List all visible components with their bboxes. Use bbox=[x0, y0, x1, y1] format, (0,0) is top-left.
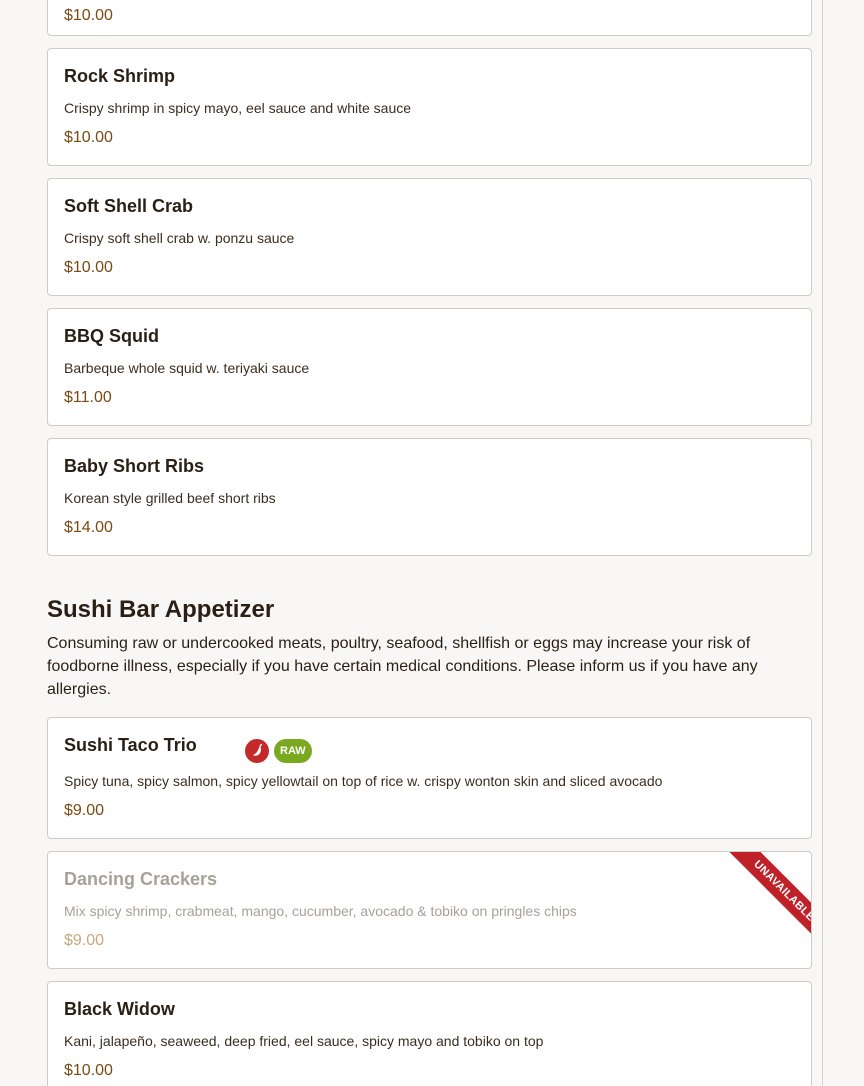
menu-item-card-soft-shell-crab[interactable]: Soft Shell Crab Crispy soft shell crab w… bbox=[47, 178, 812, 296]
chili-pepper-icon bbox=[245, 739, 269, 763]
menu-item-description: Barbeque whole squid w. teriyaki sauce bbox=[64, 360, 310, 376]
unavailable-label: UNAVAILABLE bbox=[726, 852, 811, 947]
menu-item-price: $10.00 bbox=[64, 1062, 113, 1079]
menu-item-name: BBQ Squid bbox=[64, 326, 159, 346]
menu-item-price: $10.00 bbox=[64, 7, 113, 24]
menu-item-name: Dancing Crackers bbox=[64, 869, 218, 889]
allergy-notice: Consuming raw or undercooked meats, poul… bbox=[47, 635, 758, 698]
menu-item-name: Black Widow bbox=[64, 999, 175, 1019]
menu-item-card[interactable]: $10.00 bbox=[47, 0, 812, 36]
menu-item-price: $10.00 bbox=[64, 259, 113, 276]
page-divider bbox=[822, 0, 823, 1086]
menu-item-description: Crispy soft shell crab w. ponzu sauce bbox=[64, 230, 295, 246]
menu-item-name: Baby Short Ribs bbox=[64, 456, 205, 476]
menu-item-card-baby-short-ribs[interactable]: Baby Short Ribs Korean style grilled bee… bbox=[47, 438, 812, 556]
menu-item-name: Rock Shrimp bbox=[64, 66, 176, 86]
raw-badge: RAW bbox=[274, 739, 312, 763]
dietary-badges: RAW bbox=[245, 739, 312, 763]
menu-item-price: $10.00 bbox=[64, 129, 113, 146]
menu-item-card-bbq-squid[interactable]: BBQ Squid Barbeque whole squid w. teriya… bbox=[47, 308, 812, 426]
menu-item-description: Korean style grilled beef short ribs bbox=[64, 490, 276, 506]
unavailable-ribbon: UNAVAILABLE bbox=[716, 852, 811, 947]
section-title: Sushi Bar Appetizer bbox=[47, 596, 275, 623]
menu-item-card-sushi-taco-trio[interactable]: Sushi Taco Trio RAW Spicy tuna, spicy sa… bbox=[47, 717, 812, 839]
menu-item-price: $9.00 bbox=[64, 932, 105, 949]
menu-item-card-dancing-crackers[interactable]: Dancing Crackers Mix spicy shrimp, crabm… bbox=[47, 851, 812, 969]
menu-item-card-black-widow[interactable]: Black Widow Kani, jalapeño, seaweed, dee… bbox=[47, 981, 812, 1086]
menu-item-description: Mix spicy shrimp, crabmeat, mango, cucum… bbox=[64, 903, 577, 919]
menu-item-name: Soft Shell Crab bbox=[64, 196, 194, 216]
menu-item-price: $11.00 bbox=[64, 389, 112, 406]
menu-item-description: Crispy shrimp in spicy mayo, eel sauce a… bbox=[64, 100, 412, 116]
menu-item-description: Spicy tuna, spicy salmon, spicy yellowta… bbox=[64, 773, 663, 789]
menu-item-price: $14.00 bbox=[64, 519, 113, 536]
menu-item-name: Sushi Taco Trio bbox=[64, 735, 197, 755]
menu-item-price: $9.00 bbox=[64, 802, 105, 819]
menu-item-card-rock-shrimp[interactable]: Rock Shrimp Crispy shrimp in spicy mayo,… bbox=[47, 48, 812, 166]
menu-item-description: Kani, jalapeño, seaweed, deep fried, eel… bbox=[64, 1033, 544, 1049]
